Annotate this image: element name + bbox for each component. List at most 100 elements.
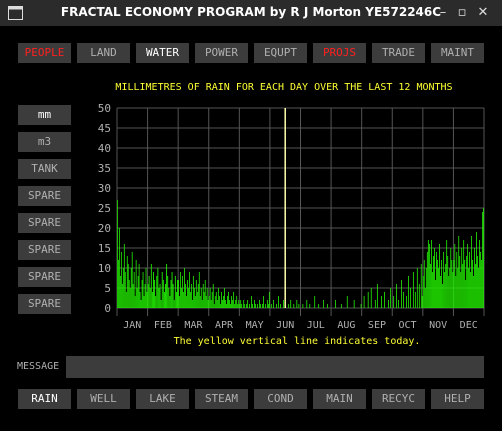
side-button-spare-4[interactable]: SPARE: [18, 267, 71, 287]
tab-maint[interactable]: MAINT: [431, 43, 484, 63]
side-button-spare-1[interactable]: SPARE: [18, 186, 71, 206]
rain-bar: [260, 304, 261, 308]
rain-bar: [420, 264, 422, 308]
rain-bar: [233, 292, 235, 308]
side-button-mm[interactable]: mm: [18, 105, 71, 125]
side-button-spare-5[interactable]: SPARE: [18, 294, 71, 314]
y-tick-label: 50: [98, 102, 111, 115]
rain-bar: [285, 304, 287, 308]
message-field[interactable]: [66, 356, 484, 378]
rain-bar: [178, 280, 179, 308]
rain-bar: [445, 264, 447, 308]
rain-bar: [177, 280, 178, 308]
rain-bar: [465, 280, 467, 308]
rain-bar: [446, 240, 448, 308]
rain-bar: [127, 264, 129, 308]
rain-bar: [139, 292, 141, 308]
rain-bar: [117, 200, 118, 308]
maximize-icon[interactable]: ▫: [453, 4, 471, 22]
rain-bar: [147, 284, 149, 308]
x-tick-label: OCT: [399, 320, 417, 331]
bottom-button-main[interactable]: MAIN: [313, 389, 366, 409]
rain-bar: [212, 284, 214, 308]
rain-bar: [424, 288, 426, 308]
rain-bar: [165, 284, 166, 308]
rain-bar: [228, 292, 229, 308]
rain-bar: [197, 284, 199, 308]
rain-bar: [456, 252, 458, 308]
rain-bar: [450, 248, 452, 308]
side-button-m3[interactable]: m3: [18, 132, 71, 152]
tab-projs[interactable]: PROJS: [313, 43, 366, 63]
rain-bar: [138, 264, 140, 308]
rain-bar: [229, 300, 230, 308]
rain-bar: [189, 272, 190, 308]
tab-equpt[interactable]: EQUPT: [254, 43, 307, 63]
rain-bar: [137, 276, 139, 308]
bottom-button-steam[interactable]: STEAM: [195, 389, 248, 409]
rain-bar: [134, 296, 136, 308]
bottom-button-well[interactable]: WELL: [77, 389, 130, 409]
rain-bar: [136, 288, 138, 308]
rain-bar: [363, 296, 365, 308]
rain-bar: [376, 284, 378, 308]
close-icon[interactable]: ✕: [474, 4, 492, 22]
tab-land[interactable]: LAND: [77, 43, 130, 63]
rain-bar: [135, 260, 137, 308]
x-tick-label: SEP: [368, 320, 386, 331]
rain-bar: [170, 280, 172, 308]
rain-bar: [266, 300, 268, 308]
rain-bar: [468, 268, 470, 308]
rain-bar: [434, 248, 435, 308]
rain-bar: [130, 268, 132, 308]
rain-bar: [438, 268, 439, 308]
rain-bar: [187, 280, 188, 308]
bottom-button-rain[interactable]: RAIN: [18, 389, 71, 409]
y-tick-label: 25: [98, 202, 111, 215]
rain-bar: [462, 264, 464, 308]
side-button-tank[interactable]: TANK: [18, 159, 71, 179]
rain-bar: [433, 256, 434, 308]
rain-bar: [172, 284, 174, 308]
bottom-button-help[interactable]: HELP: [431, 389, 484, 409]
rain-bar: [237, 304, 239, 308]
tab-people[interactable]: PEOPLE: [18, 43, 71, 63]
rain-bar: [211, 292, 213, 308]
rain-bar: [163, 292, 165, 308]
tab-trade[interactable]: TRADE: [372, 43, 425, 63]
rain-bar: [367, 292, 369, 308]
minimize-icon[interactable]: –: [434, 4, 452, 22]
x-tick-label: AUG: [337, 320, 355, 331]
rain-bar: [455, 276, 457, 308]
y-tick-label: 5: [104, 282, 111, 295]
bottom-button-cond[interactable]: COND: [254, 389, 307, 409]
rain-bar: [196, 292, 198, 308]
bottom-button-lake[interactable]: LAKE: [136, 389, 189, 409]
y-tick-label: 10: [98, 262, 111, 275]
rain-bar: [353, 300, 355, 308]
tab-power[interactable]: POWER: [195, 43, 248, 63]
side-button-spare-3[interactable]: SPARE: [18, 240, 71, 260]
rain-bar: [209, 288, 211, 308]
rain-bar: [206, 288, 208, 308]
rain-bar: [236, 296, 238, 308]
rain-bar: [174, 276, 176, 308]
bottom-button-recyc[interactable]: RECYC: [372, 389, 425, 409]
tab-water[interactable]: WATER: [136, 43, 189, 63]
rain-bar: [175, 292, 177, 308]
rain-bar: [141, 280, 143, 308]
rain-bar: [410, 288, 411, 308]
rain-bar: [479, 240, 480, 308]
rain-bar: [194, 296, 196, 308]
rain-bar: [466, 256, 468, 308]
rain-bar: [421, 296, 423, 308]
rain-bar: [309, 304, 311, 308]
rain-bar: [214, 296, 216, 308]
rain-bar: [132, 284, 134, 308]
rain-bar: [412, 272, 414, 308]
rain-bar: [161, 272, 163, 308]
rain-bar: [388, 300, 389, 308]
rain-bar: [217, 288, 219, 308]
side-button-spare-2[interactable]: SPARE: [18, 213, 71, 233]
rain-bar: [190, 292, 191, 308]
